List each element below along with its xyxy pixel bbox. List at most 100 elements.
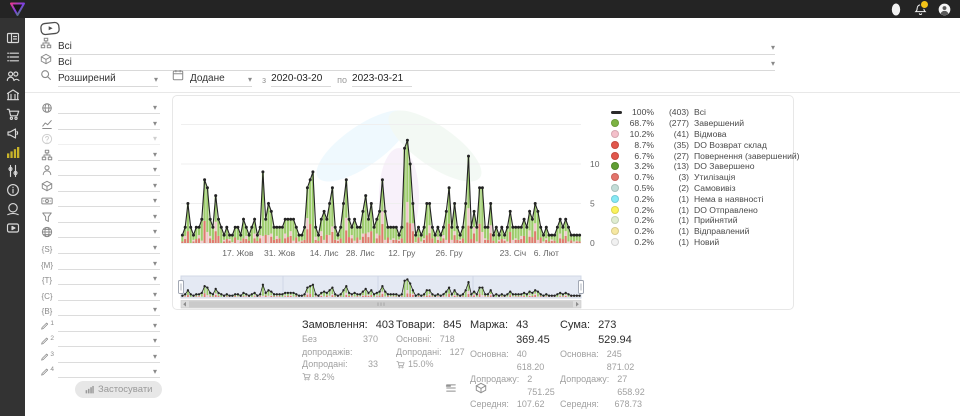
chevron-down-icon: ▾ bbox=[248, 76, 252, 84]
filter-select-token-13[interactable]: {B}▾ bbox=[40, 302, 160, 316]
filter-select-globe-grid[interactable]: ▾ bbox=[40, 224, 160, 238]
date-to-input[interactable]: 2023-03-21 bbox=[352, 73, 412, 87]
navigator-right-handle[interactable] bbox=[579, 281, 584, 294]
legend-item[interactable]: 0.5%(2)Самовивіз bbox=[611, 183, 789, 194]
topbar bbox=[0, 0, 960, 18]
chart-navigator[interactable] bbox=[181, 276, 581, 298]
calendar-icon[interactable] bbox=[172, 68, 184, 86]
chevron-down-icon: ▾ bbox=[153, 151, 157, 159]
legend-text: 0.7% bbox=[624, 172, 654, 182]
legend-text: 3.2% bbox=[624, 161, 654, 171]
chart-card: 17. Жов31. Жов14. Лис28. Лис12. Гру26. Г… bbox=[172, 95, 794, 310]
avatar[interactable] bbox=[934, 0, 954, 18]
legend-item[interactable]: 3.2%(13)DO Завершено bbox=[611, 161, 789, 172]
filter-select-package[interactable]: ▾ bbox=[40, 178, 160, 192]
legend-item[interactable]: 0.2%(1)DO Отправлено bbox=[611, 204, 789, 215]
legend-text: (1) bbox=[659, 205, 689, 215]
filter-select-token-11[interactable]: {T}▾ bbox=[40, 271, 160, 285]
sidebar-item-video-icon[interactable] bbox=[0, 218, 25, 237]
upsell-cart-icon: 8.2% bbox=[302, 371, 335, 384]
stat-subrow-text: Допродажу: bbox=[560, 373, 609, 398]
filter-select-sitemap[interactable]: ▾ bbox=[40, 147, 160, 161]
sidebar-item-globe-hand-icon[interactable] bbox=[0, 199, 25, 218]
summary-stats: Замовлення:403Без допродажів:370Допродан… bbox=[302, 318, 642, 411]
sidebar-item-warehouse-icon[interactable] bbox=[0, 85, 25, 104]
sitemap-icon bbox=[40, 149, 54, 161]
apply-button[interactable]: Застосувати bbox=[75, 381, 162, 398]
legend-item[interactable]: 0.7%(3)Утилізація bbox=[611, 172, 789, 183]
stat-value: 845 bbox=[443, 318, 461, 333]
pencil-icon: 1 bbox=[40, 320, 54, 332]
orders-chart: 17. Жов31. Жов14. Лис28. Лис12. Гру26. Г… bbox=[173, 96, 603, 309]
filter-select-custom-3[interactable]: 3▾ bbox=[40, 349, 160, 363]
profile-icon[interactable] bbox=[886, 0, 906, 18]
apply-label: Застосувати bbox=[98, 384, 152, 395]
filter-select-token-12[interactable]: {C}▾ bbox=[40, 287, 160, 301]
x-axis-tick: 26. Гру bbox=[436, 248, 464, 258]
filter-select-globe[interactable]: ▾ bbox=[40, 100, 160, 114]
stat-value: 43 369.45 bbox=[516, 318, 550, 348]
stat-subrow-text: 245 871.02 bbox=[607, 348, 642, 373]
filter-select-funnel[interactable]: ▾ bbox=[40, 209, 160, 223]
view-toggle-list-icon[interactable] bbox=[445, 382, 457, 394]
legend-item[interactable]: 0.2%(1)Нема в наявності bbox=[611, 193, 789, 204]
chevron-down-icon: ▾ bbox=[153, 213, 157, 221]
search-mode-select[interactable]: Розширений ▾ bbox=[58, 73, 158, 87]
sidebar-item-dashboard-icon[interactable] bbox=[0, 28, 25, 47]
stat-subrow-text: 2 751.25 bbox=[527, 373, 555, 398]
filter-select-person[interactable]: ▾ bbox=[40, 162, 160, 176]
filter-row-product[interactable]: Всі ▾ bbox=[40, 56, 775, 71]
sidebar-item-megaphone-icon[interactable] bbox=[0, 123, 25, 142]
legend-text: DO Отправлено bbox=[694, 205, 758, 215]
legend-item[interactable]: 8.7%(35)DO Возврат склад bbox=[611, 139, 789, 150]
product-select[interactable]: Всі ▾ bbox=[58, 57, 775, 71]
sidebar-item-orders-icon[interactable] bbox=[0, 47, 25, 66]
question-icon bbox=[40, 133, 54, 145]
sidebar-item-sliders-icon[interactable] bbox=[0, 161, 25, 180]
chart-scrollbar[interactable] bbox=[181, 301, 581, 309]
filter-select-trend[interactable]: ▾ bbox=[40, 116, 160, 130]
token-icon: {C} bbox=[40, 292, 54, 301]
legend-item[interactable]: 10.2%(41)Відмова bbox=[611, 129, 789, 140]
filter-select-custom-4[interactable]: 4▾ bbox=[40, 364, 160, 378]
brand-logo-icon[interactable] bbox=[9, 2, 26, 17]
filter-select-custom-1[interactable]: 1▾ bbox=[40, 318, 160, 332]
sidebar-item-info-icon[interactable] bbox=[0, 180, 25, 199]
search-icon[interactable] bbox=[40, 68, 52, 86]
legend-item[interactable]: 100%(403)Всі bbox=[611, 107, 789, 118]
legend-text: Новий bbox=[694, 237, 719, 247]
stat-subrow-text: 370 bbox=[363, 333, 378, 358]
legend-swatch bbox=[611, 111, 622, 113]
stat-title: Товари: bbox=[396, 318, 435, 333]
sidebar-item-users-icon[interactable] bbox=[0, 66, 25, 85]
notifications-bell-icon[interactable] bbox=[910, 0, 930, 18]
sidebar-item-cart-icon[interactable] bbox=[0, 104, 25, 123]
legend-text: (1) bbox=[659, 194, 689, 204]
legend-text: Завершений bbox=[694, 118, 744, 128]
filter-select-banknote[interactable]: ▾ bbox=[40, 193, 160, 207]
filter-select-custom-2[interactable]: 2▾ bbox=[40, 333, 160, 347]
category-select[interactable]: Всі ▾ bbox=[58, 41, 775, 55]
legend-item[interactable]: 6.7%(27)Повернення (завершений) bbox=[611, 150, 789, 161]
legend-swatch bbox=[611, 119, 619, 127]
navigator-left-handle[interactable] bbox=[179, 281, 184, 294]
legend-item[interactable]: 68.7%(277)Завершений bbox=[611, 118, 789, 129]
legend-text: (403) bbox=[659, 107, 689, 117]
x-axis-tick: 12. Гру bbox=[388, 248, 416, 258]
date-from-input[interactable]: 2020-03-20 bbox=[271, 73, 331, 87]
sidebar-item-analytics-icon[interactable] bbox=[0, 142, 25, 161]
filter-select-question[interactable]: ▾ bbox=[40, 131, 160, 145]
filter-select-token-9[interactable]: {S}▾ bbox=[40, 240, 160, 254]
legend-item[interactable]: 0.2%(1)Прийнятий bbox=[611, 215, 789, 226]
filter-row-category[interactable]: Всі ▾ bbox=[40, 40, 775, 55]
legend-item[interactable]: 0.2%(1)Новий bbox=[611, 237, 789, 248]
filter-select-token-10[interactable]: {M}▾ bbox=[40, 256, 160, 270]
view-toggle-package-icon[interactable] bbox=[475, 382, 487, 394]
legend-item[interactable]: 0.2%(1)Відправлений bbox=[611, 226, 789, 237]
upsell-cart-icon: 15.0% bbox=[396, 358, 434, 371]
chevron-down-icon: ▾ bbox=[154, 76, 158, 84]
globe-grid-icon bbox=[40, 226, 54, 238]
stat-subrow-text: 718 bbox=[440, 333, 455, 346]
legend-text: 0.2% bbox=[624, 237, 654, 247]
date-field-select[interactable]: Додане ▾ bbox=[190, 73, 252, 87]
